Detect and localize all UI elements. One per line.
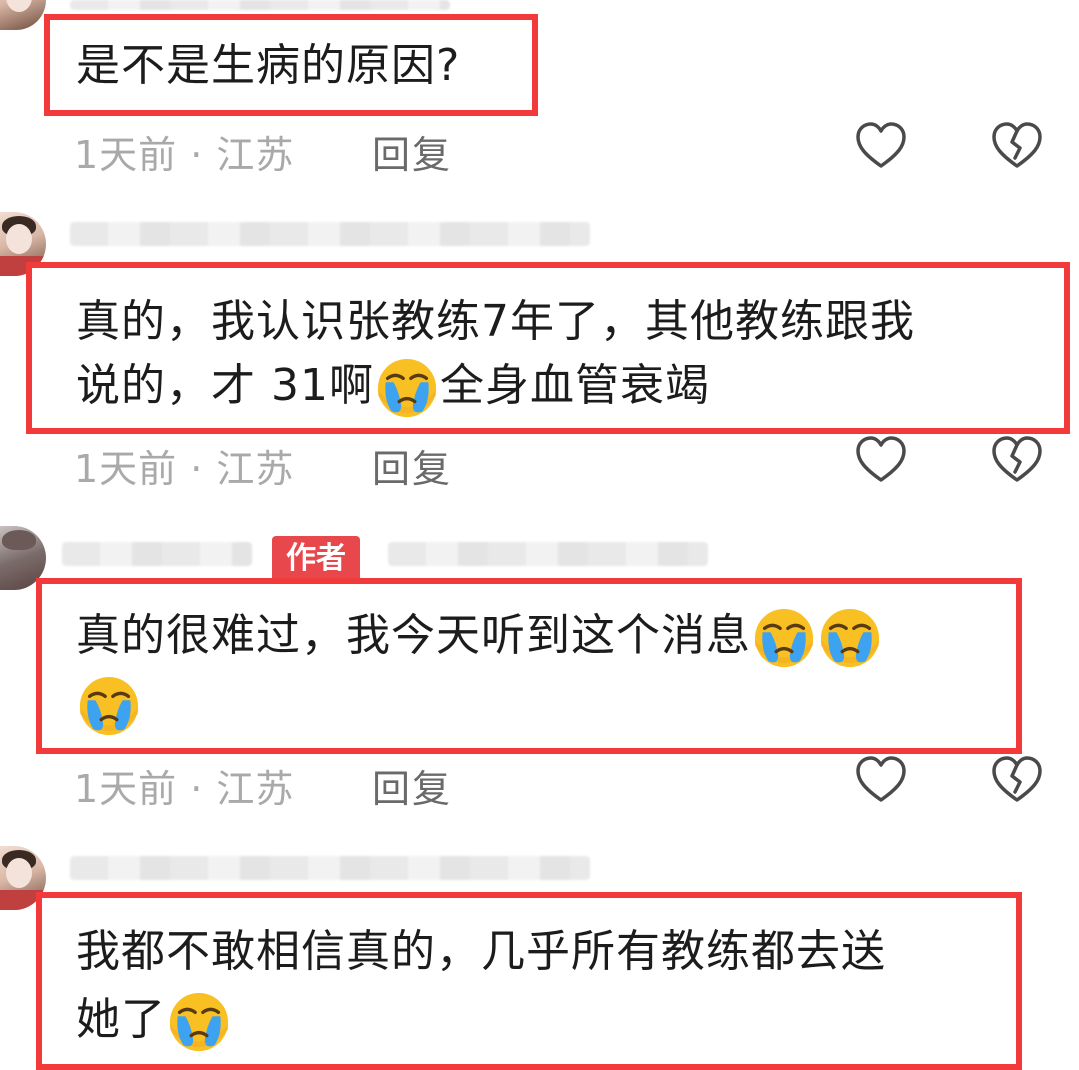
comment-meta: 1天前 · 江苏 [74,767,295,811]
comment-text-part: 说的，才 31啊 [76,360,374,411]
username-blurred [388,542,708,566]
crying-face-emoji [753,607,815,669]
comment-meta: 1天前 · 江苏 [74,133,295,177]
comment-text: 我都不敢相信真的，几乎所有教练都去送 [76,926,886,977]
crying-face-emoji [376,357,438,419]
comment-text-line1: 真的很难过，我今天听到这个消息 [76,604,883,669]
crying-face-emoji [78,675,140,737]
heart-outline-icon[interactable] [854,434,908,486]
reply-button[interactable]: 回复 [372,758,452,813]
username-blurred [62,542,252,566]
username-blurred [70,0,450,10]
comment-text-part: 全身血管衰竭 [439,360,710,411]
comment-text-part: 她了 [76,994,166,1045]
crying-face-emoji [168,991,230,1053]
broken-heart-icon[interactable] [990,120,1044,172]
comment-text: 真的，我认识张教练7年了，其他教练跟我 [76,296,915,347]
heart-outline-icon[interactable] [854,754,908,806]
comment-text-part: 真的很难过，我今天听到这个消息 [76,610,751,661]
reply-button[interactable]: 回复 [372,438,452,493]
reply-button[interactable]: 回复 [372,124,452,179]
comment-text-line2: 她了 [76,988,232,1053]
heart-outline-icon[interactable] [854,120,908,172]
broken-heart-icon[interactable] [990,434,1044,486]
comment-text-line2 [76,672,142,737]
crying-face-emoji [819,607,881,669]
broken-heart-icon[interactable] [990,754,1044,806]
comment-text: 是不是生病的原因? [76,40,461,91]
comment-meta: 1天前 · 江苏 [74,447,295,491]
username-blurred [70,222,590,246]
author-badge: 作者 [272,536,360,582]
comment-text-line2: 说的，才 31啊 全身血管衰竭 [76,354,710,419]
username-blurred [70,856,590,880]
avatar[interactable] [0,0,46,30]
